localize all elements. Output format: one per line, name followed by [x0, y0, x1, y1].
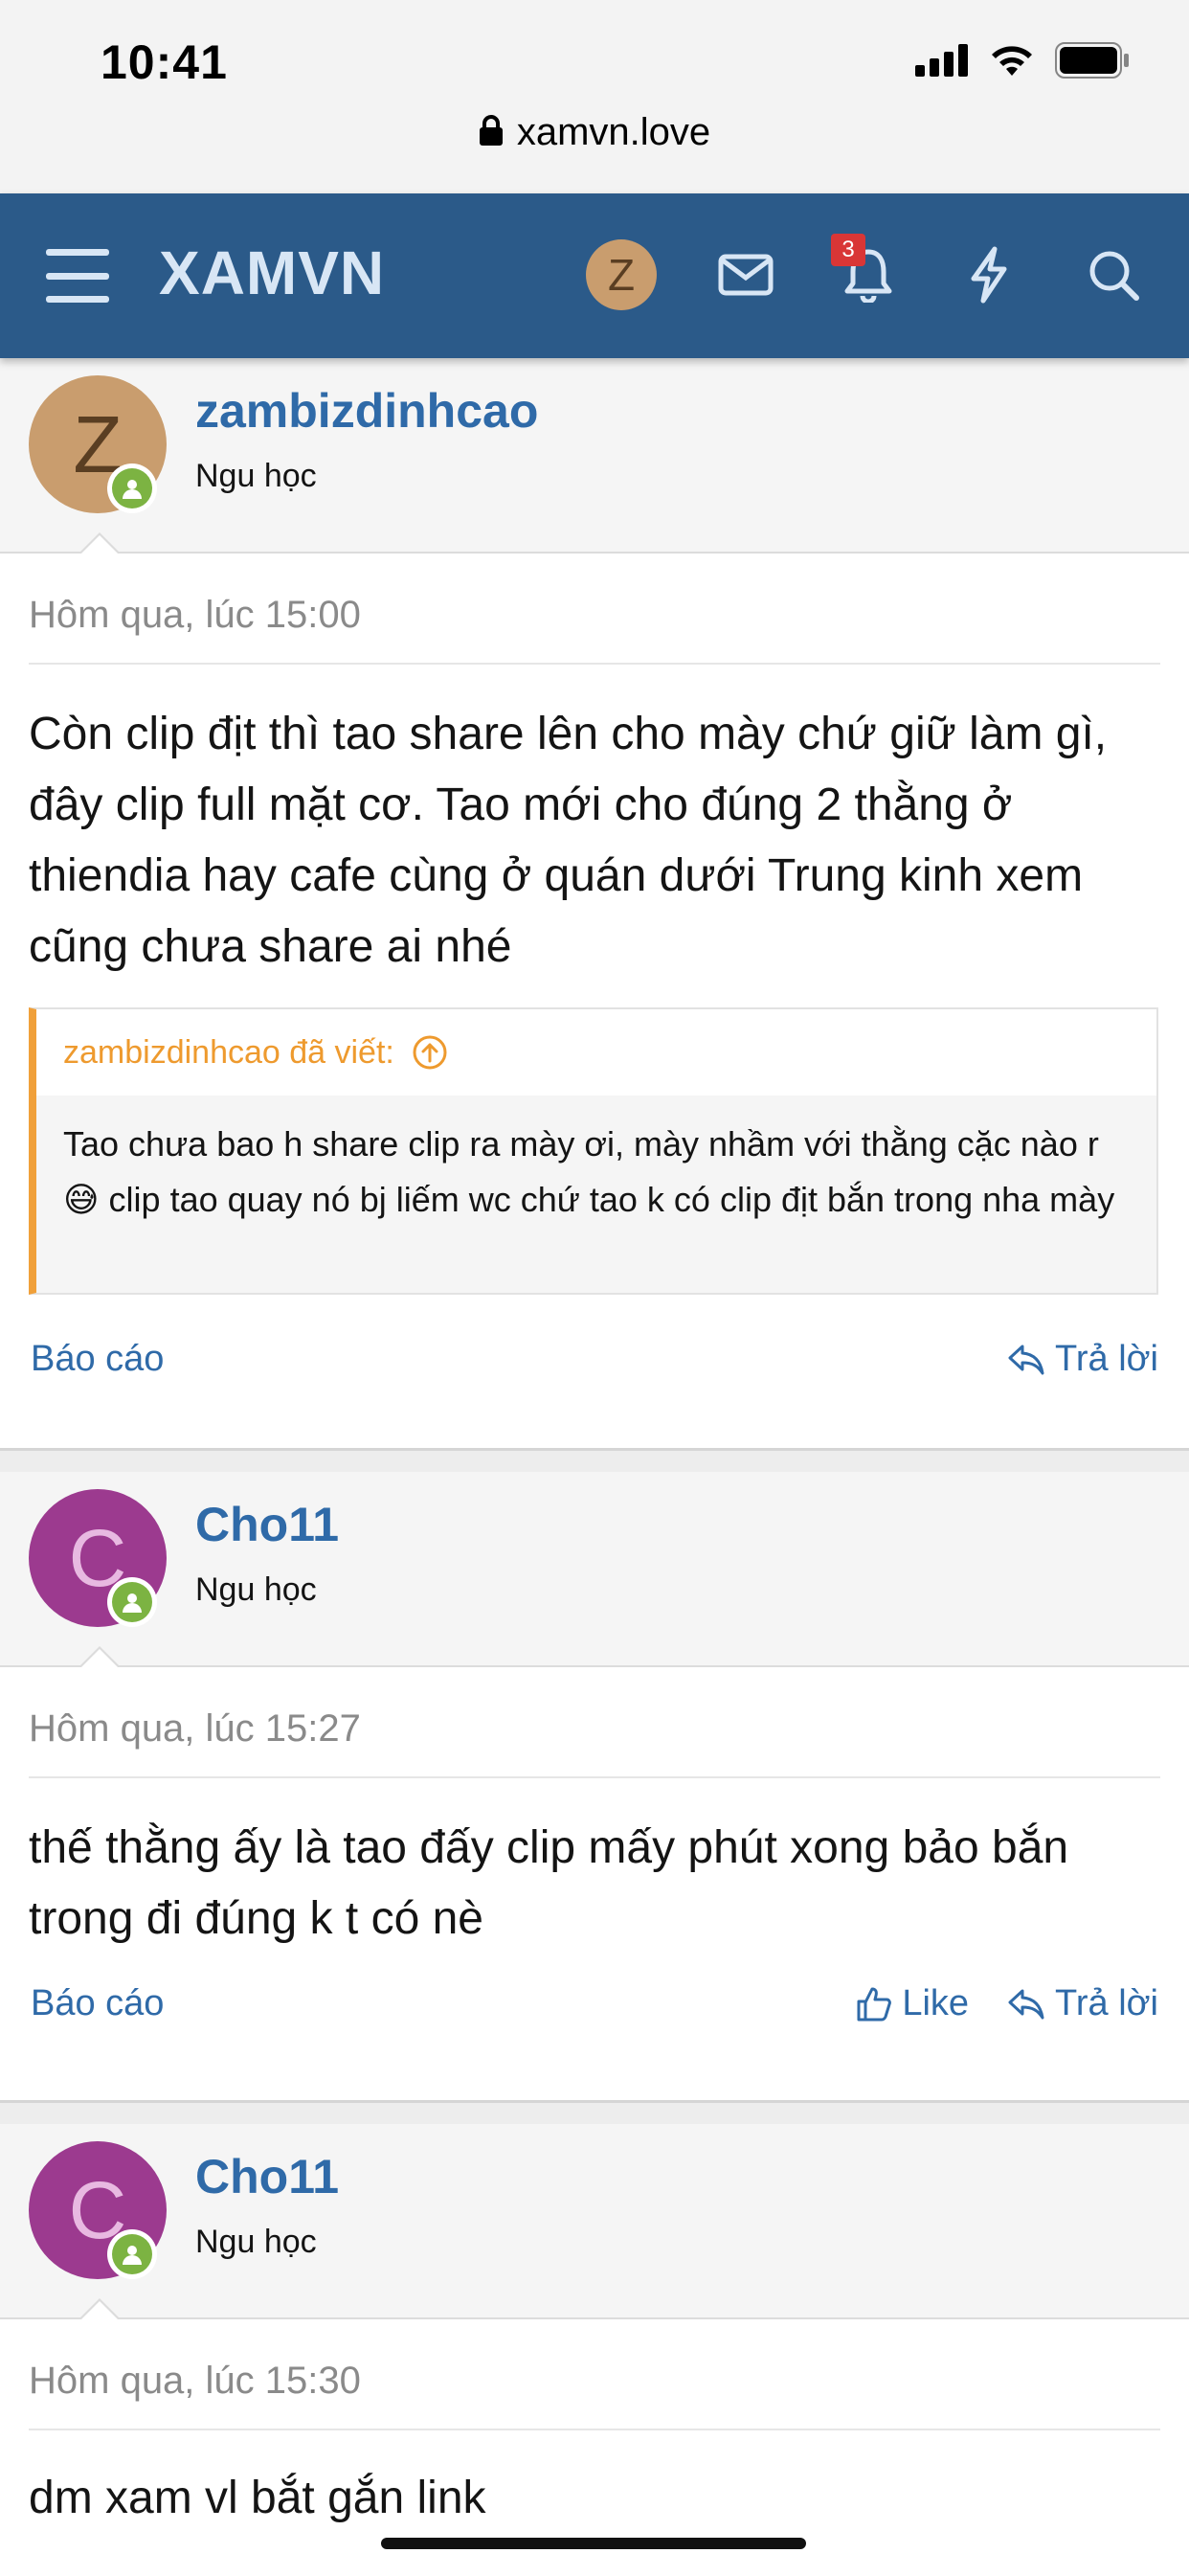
bell-icon[interactable]: 3 [831, 234, 902, 308]
menu-icon[interactable] [46, 249, 109, 303]
search-icon[interactable] [1080, 241, 1147, 308]
post-actions: Báo cáo Like Trả lời [31, 1983, 1158, 2041]
status-time: 10:41 [101, 35, 228, 89]
online-status-icon [107, 463, 157, 513]
reply-icon [1008, 1989, 1044, 2019]
username[interactable]: zambizdinhcao [195, 383, 538, 439]
report-link[interactable]: Báo cáo [31, 1983, 164, 2024]
arrow-up-circle-icon[interactable] [412, 1034, 448, 1071]
system-icons [915, 42, 1130, 79]
wifi-icon [992, 46, 1032, 76]
inbox-icon[interactable] [712, 241, 779, 308]
quote-text: Tao chưa bao h share clip ra mày ơi, mày… [36, 1096, 1156, 1251]
top-nav: XAMVN Z 3 [0, 193, 1189, 358]
like-label: Like [902, 1983, 970, 2023]
reply-label: Trả lời [1055, 1983, 1158, 2023]
quote-author: zambizdinhcao đã viết: [63, 1034, 394, 1071]
post-separator [0, 1448, 1189, 1474]
like-button[interactable]: Like [856, 1983, 969, 2024]
post-separator [0, 2100, 1189, 2126]
report-link[interactable]: Báo cáo [31, 1339, 164, 1380]
online-status-icon [107, 2229, 157, 2279]
post-date[interactable]: Hôm qua, lúc 15:30 [29, 2360, 361, 2403]
site-logo[interactable]: XAMVN [159, 237, 385, 308]
lock-icon [479, 113, 504, 156]
post: C Cho11 Ngu học Hôm qua, lúc 15:27 thế t… [0, 1472, 1189, 2085]
url-text: xamvn.love [516, 111, 711, 153]
online-status-icon [107, 1577, 157, 1627]
post-date[interactable]: Hôm qua, lúc 15:27 [29, 1707, 361, 1751]
home-indicator[interactable] [381, 2538, 806, 2549]
user-title: Ngu học [195, 2224, 317, 2260]
signal-icon [915, 44, 968, 77]
username[interactable]: Cho11 [195, 2149, 339, 2204]
post-date[interactable]: Hôm qua, lúc 15:00 [29, 594, 361, 637]
reply-icon [1008, 1344, 1044, 1374]
post-author-header: C Cho11 Ngu học [0, 1472, 1189, 1668]
status-bar: 10:41 xamvn.love [0, 0, 1189, 194]
post: C Cho11 Ngu học Hôm qua, lúc 15:30 dm xa… [0, 2124, 1189, 2576]
post-message: Còn clip địt thì tao share lên cho mày c… [29, 709, 1108, 972]
reply-button[interactable]: Trả lời [1007, 1983, 1158, 2024]
post: Z zambizdinhcao Ngu học Hôm qua, lúc 15:… [0, 358, 1189, 1402]
account-avatar[interactable]: Z [586, 239, 657, 310]
post-author-header: Z zambizdinhcao Ngu học [0, 358, 1189, 554]
report-label: Báo cáo [31, 1339, 165, 1379]
user-title: Ngu học [195, 1571, 317, 1608]
post-actions: Báo cáo Trả lời [31, 1339, 1158, 1396]
post-body: Hôm qua, lúc 15:27 thế thằng ấy là tao đ… [0, 1667, 1189, 2085]
username[interactable]: Cho11 [195, 1497, 339, 1552]
reply-button[interactable]: Trả lời [1007, 1339, 1158, 1380]
post-author-header: C Cho11 Ngu học [0, 2124, 1189, 2320]
battery-icon [1055, 42, 1129, 79]
report-label: Báo cáo [31, 1983, 165, 2023]
quote-text-part: Tao chưa bao h share clip ra mày ơi, mày… [63, 1124, 1099, 1164]
emoji: 😅 [63, 1180, 100, 1219]
lightning-icon[interactable] [955, 241, 1022, 308]
quote-block: zambizdinhcao đã viết: Tao chưa bao h sh… [29, 1007, 1158, 1295]
user-title: Ngu học [195, 458, 317, 494]
quote-header[interactable]: zambizdinhcao đã viết: [36, 1009, 1156, 1096]
post-body: Hôm qua, lúc 15:00 Còn clip địt thì tao … [0, 554, 1189, 1402]
thumbs-up-icon [857, 1987, 892, 2021]
reply-label: Trả lời [1055, 1339, 1158, 1379]
post-message: thế thằng ấy là tao đấy clip mấy phút xo… [29, 1822, 1069, 1944]
post-message: dm xam vl bắt gắn link [29, 2473, 486, 2523]
notification-badge: 3 [831, 234, 865, 266]
address-bar[interactable]: xamvn.love [0, 111, 1189, 156]
quote-text-part: clip tao quay nó bj liếm wc chứ tao k có… [108, 1180, 1115, 1219]
